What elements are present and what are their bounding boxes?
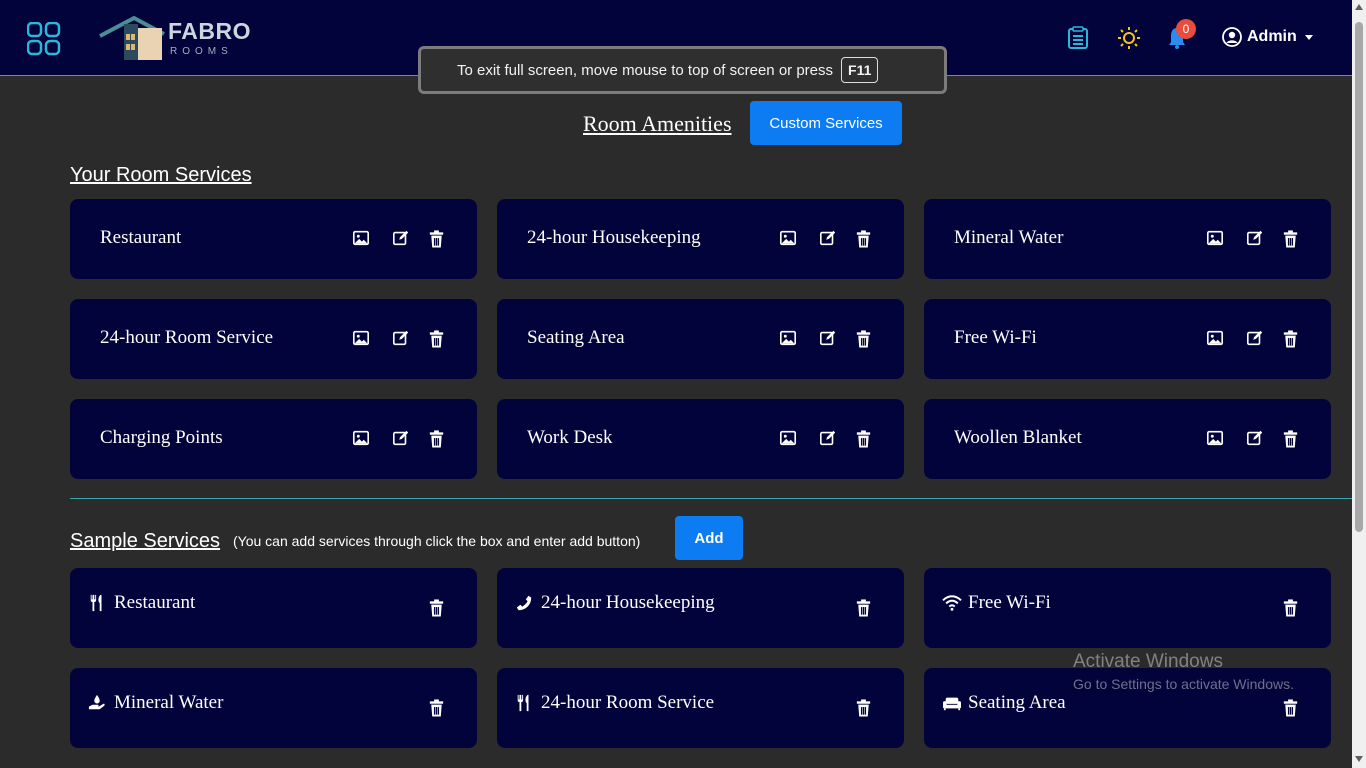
sample-service-card-restaurant[interactable]: Restaurant xyxy=(70,568,477,648)
sample-service-label: Mineral Water xyxy=(114,692,224,713)
edit-icon[interactable] xyxy=(392,329,412,349)
room-service-label: Charging Points xyxy=(100,427,223,448)
room-service-label: Free Wi-Fi xyxy=(954,327,1037,348)
edit-icon[interactable] xyxy=(819,329,839,349)
utensils-icon xyxy=(515,694,535,714)
image-icon[interactable] xyxy=(1206,329,1226,349)
room-service-card-woollen-blanket[interactable]: Woollen Blanket xyxy=(924,399,1331,479)
image-icon[interactable] xyxy=(352,329,372,349)
activate-windows-title: Activate Windows xyxy=(1073,651,1223,672)
sun-theme-icon[interactable] xyxy=(1117,26,1141,50)
trash-icon[interactable] xyxy=(854,329,874,349)
fullscreen-exit-toast: To exit full screen, move mouse to top o… xyxy=(418,46,947,94)
utensils-icon xyxy=(88,594,108,614)
room-service-label: Restaurant xyxy=(100,227,182,248)
sample-service-card-24-hour-room-service[interactable]: 24-hour Room Service xyxy=(497,668,904,748)
trash-icon[interactable] xyxy=(1281,429,1301,449)
scrollbar-thumb[interactable] xyxy=(1355,22,1363,532)
edit-icon[interactable] xyxy=(392,429,412,449)
edit-icon[interactable] xyxy=(819,229,839,249)
fullscreen-message: To exit full screen, move mouse to top o… xyxy=(457,61,834,79)
f11-key: F11 xyxy=(841,57,879,83)
page-scrollbar[interactable] xyxy=(1352,0,1366,768)
room-service-label: Mineral Water xyxy=(954,227,1064,248)
trash-icon[interactable] xyxy=(1281,229,1301,249)
sample-service-card-free-wi-fi[interactable]: Free Wi-Fi xyxy=(924,568,1331,648)
room-service-card-free-wi-fi[interactable]: Free Wi-Fi xyxy=(924,299,1331,379)
room-service-label: Work Desk xyxy=(527,427,613,448)
notification-count-badge: 0 xyxy=(1176,19,1196,39)
sample-service-card-mineral-water[interactable]: Mineral Water xyxy=(70,668,477,748)
room-service-label: Woollen Blanket xyxy=(954,427,1082,448)
room-service-card-seating-area[interactable]: Seating Area xyxy=(497,299,904,379)
sample-service-label: Free Wi-Fi xyxy=(968,592,1051,613)
room-service-card-charging-points[interactable]: Charging Points xyxy=(70,399,477,479)
grid-menu-icon[interactable] xyxy=(27,22,61,56)
page-title: Room Amenities xyxy=(583,111,732,136)
sample-services-hint: (You can add services through click the … xyxy=(233,533,641,549)
sofa-icon xyxy=(942,694,962,714)
chevron-down-icon xyxy=(1304,34,1313,40)
image-icon[interactable] xyxy=(352,229,372,249)
edit-icon[interactable] xyxy=(1246,429,1266,449)
room-service-card-work-desk[interactable]: Work Desk xyxy=(497,399,904,479)
room-service-label: Seating Area xyxy=(527,327,625,348)
image-icon[interactable] xyxy=(779,229,799,249)
edit-icon[interactable] xyxy=(819,429,839,449)
logo-subtext: ROOMS xyxy=(170,46,233,57)
logo-text: FABRO xyxy=(168,18,251,44)
room-service-label: 24-hour Room Service xyxy=(100,327,274,348)
trash-icon[interactable] xyxy=(427,429,447,449)
image-icon[interactable] xyxy=(779,429,799,449)
sample-service-label: 24-hour Housekeeping xyxy=(541,592,715,613)
section-divider xyxy=(70,498,1352,499)
trash-icon[interactable] xyxy=(1281,698,1301,718)
trash-icon[interactable] xyxy=(854,598,874,618)
image-icon[interactable] xyxy=(1206,429,1226,449)
edit-icon[interactable] xyxy=(1246,229,1266,249)
activate-windows-subtitle: Go to Settings to activate Windows. xyxy=(1073,676,1294,692)
user-circle-icon xyxy=(1222,27,1242,47)
image-icon[interactable] xyxy=(1206,229,1226,249)
trash-icon[interactable] xyxy=(1281,598,1301,618)
add-service-button[interactable]: Add xyxy=(675,516,743,560)
admin-label: Admin xyxy=(1247,28,1297,45)
image-icon[interactable] xyxy=(779,329,799,349)
sample-service-label: Restaurant xyxy=(114,592,196,613)
image-icon[interactable] xyxy=(352,429,372,449)
brand-logo[interactable]: FABRO ROOMS xyxy=(98,14,251,62)
custom-services-button[interactable]: Custom Services xyxy=(750,101,902,145)
trash-icon[interactable] xyxy=(854,698,874,718)
scroll-down-arrow-icon[interactable] xyxy=(1355,756,1363,762)
room-service-card-24-hour-housekeeping[interactable]: 24-hour Housekeeping xyxy=(497,199,904,279)
phone-icon xyxy=(515,594,535,614)
trash-icon[interactable] xyxy=(427,698,447,718)
scroll-up-arrow-icon[interactable] xyxy=(1355,4,1363,10)
building-logo-icon xyxy=(99,15,165,60)
trash-icon[interactable] xyxy=(427,598,447,618)
edit-icon[interactable] xyxy=(1246,329,1266,349)
trash-icon[interactable] xyxy=(854,229,874,249)
sample-service-label: Seating Area xyxy=(968,692,1066,713)
sample-service-label: 24-hour Room Service xyxy=(541,692,715,713)
sample-service-card-24-hour-housekeeping[interactable]: 24-hour Housekeeping xyxy=(497,568,904,648)
hand-drop-icon xyxy=(88,694,108,714)
trash-icon[interactable] xyxy=(427,329,447,349)
edit-icon[interactable] xyxy=(392,229,412,249)
room-service-card-mineral-water[interactable]: Mineral Water xyxy=(924,199,1331,279)
room-service-card-24-hour-room-service[interactable]: 24-hour Room Service xyxy=(70,299,477,379)
admin-user-menu[interactable]: Admin xyxy=(1222,27,1313,47)
your-room-services-heading: Your Room Services xyxy=(70,164,252,186)
wifi-icon xyxy=(942,594,962,614)
clipboard-list-icon[interactable] xyxy=(1066,26,1090,50)
trash-icon[interactable] xyxy=(854,429,874,449)
room-service-label: 24-hour Housekeeping xyxy=(527,227,701,248)
sample-services-heading: Sample Services xyxy=(70,530,221,552)
room-service-card-restaurant[interactable]: Restaurant xyxy=(70,199,477,279)
trash-icon[interactable] xyxy=(427,229,447,249)
trash-icon[interactable] xyxy=(1281,329,1301,349)
